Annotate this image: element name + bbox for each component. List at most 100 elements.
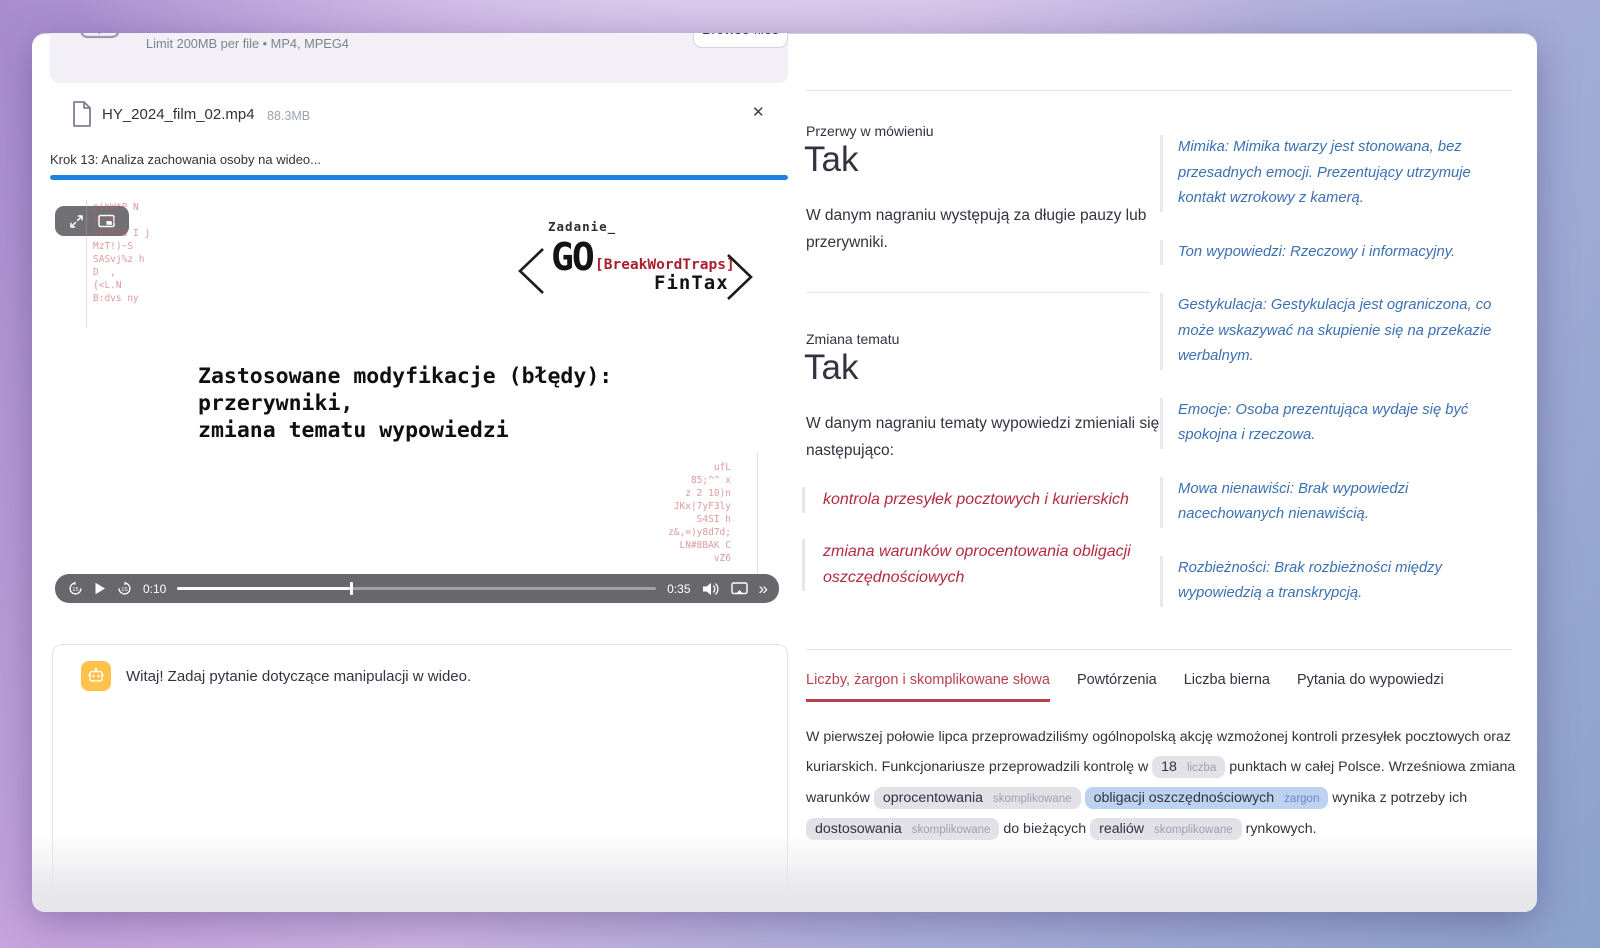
logo-left-angle-icon xyxy=(517,245,545,297)
behavior-quote: Rozbieżności: Brak rozbieżności między w… xyxy=(1160,556,1516,607)
playback-speed-icon[interactable]: » xyxy=(759,580,766,597)
annotation-word: 18 xyxy=(1161,759,1177,775)
paragraph-text: wynika z potrzeby ich xyxy=(1328,790,1467,806)
video-glitch-line-left xyxy=(86,200,87,328)
assistant-message: Witaj! Zadaj pytanie dotyczące manipulac… xyxy=(126,668,471,685)
divider-top xyxy=(806,90,1512,91)
video-duration: 0:35 xyxy=(667,582,690,596)
annotation-chip-skomplikowane: oprocentowania skomplikowane xyxy=(874,787,1081,809)
annotation-tag: skomplikowane xyxy=(912,824,991,836)
glitch-text-line: D , xyxy=(93,266,150,279)
glitch-text-line: ufL xyxy=(668,461,731,474)
app-window: Drag and drop file here Limit 200MB per … xyxy=(32,33,1537,912)
upload-cloud-icon xyxy=(80,33,120,45)
video-glitch-text-right: ufL85;^^ xz 2 10)nJKx|7yF3lyS4SI hz&,=)y… xyxy=(668,461,731,565)
robot-icon xyxy=(87,667,105,685)
glitch-text-line: S4SI h xyxy=(668,513,731,526)
metric-value-topic-change: Tak xyxy=(804,347,858,389)
progress-bar xyxy=(50,175,788,180)
video-seek-played xyxy=(177,587,349,590)
topic-quote: zmiana warunków oprocentowania obligacji… xyxy=(802,539,1147,591)
svg-text:15: 15 xyxy=(72,587,78,593)
paragraph-text: rynkowych. xyxy=(1242,821,1317,837)
metric-label-pauses: Przerwy w mówieniu xyxy=(806,123,934,139)
glitch-text-line: SASvj%z h xyxy=(93,253,150,266)
cast-icon[interactable] xyxy=(731,582,748,596)
logo-go-text: GO xyxy=(551,235,593,279)
replay-15-icon[interactable]: 15 xyxy=(68,581,83,596)
metric-desc-topic-change: W danym nagraniu tematy wypowiedzi zmien… xyxy=(806,411,1166,464)
fullscreen-icon[interactable] xyxy=(69,214,84,229)
behavior-quote: Gestykulacja: Gestykulacja jest ogranicz… xyxy=(1160,293,1516,370)
video-current-time: 0:10 xyxy=(143,582,166,596)
glitch-text-line: 85;^^ x xyxy=(668,474,731,487)
annotation-tag: żargon xyxy=(1284,793,1319,805)
metric-desc-pauses: W danym nagraniu występują za długie pau… xyxy=(806,203,1151,256)
file-document-icon xyxy=(72,101,92,127)
file-dropzone[interactable]: Drag and drop file here Limit 200MB per … xyxy=(50,33,788,83)
divider-tabs xyxy=(806,649,1512,650)
annotation-tag: skomplikowane xyxy=(1154,824,1233,836)
progress-bar-fill xyxy=(50,175,788,180)
annotation-chip-skomplikowane: dostosowania skomplikowane xyxy=(806,818,999,840)
progress-step-label: Krok 13: Analiza zachowania osoby na wid… xyxy=(50,152,321,167)
paragraph-text xyxy=(1081,790,1085,806)
annotation-word: realiów xyxy=(1099,821,1144,837)
assistant-avatar xyxy=(81,661,111,691)
behavior-quotes-list: Mimika: Mimika twarzy jest stonowana, be… xyxy=(1160,135,1516,635)
video-control-bar: 15 15 0:10 0:35 xyxy=(55,574,779,603)
video-player[interactable]: pihW*P NG ^uSYUIfa I jMzT!)~SSASvj%z hD … xyxy=(50,195,788,605)
behavior-quote: Ton wypowiedzi: Rzeczowy i informacyjny. xyxy=(1160,240,1516,266)
topic-quotes-list: kontrola przesyłek pocztowych i kuriersk… xyxy=(802,487,1147,617)
browse-files-button[interactable]: Browse files xyxy=(693,33,788,48)
glitch-text-line: MzT!)~S xyxy=(93,240,150,253)
paragraph-text: do bieżących xyxy=(999,821,1090,837)
browse-files-label: Browse files xyxy=(702,33,779,38)
logo-breakwordtraps-text: [BreakWordTraps] xyxy=(595,257,735,273)
tab-2[interactable]: Powtórzenia xyxy=(1077,672,1157,702)
glitch-text-line: B:dvs ny xyxy=(93,292,150,305)
logo-right-angle-icon xyxy=(726,251,754,303)
annotation-chip-liczba: 18 liczba xyxy=(1152,756,1225,778)
video-caption-text: Zastosowane modyfikacje (błędy): przeryw… xyxy=(198,363,612,444)
forward-15-icon[interactable]: 15 xyxy=(117,581,132,596)
divider-metrics xyxy=(806,292,1150,293)
desktop-background: { "colors": { "progress_blue": "#1C83E1"… xyxy=(0,0,1600,948)
tab-3[interactable]: Liczba bierna xyxy=(1184,672,1270,702)
glitch-text-line: vZ6 xyxy=(668,552,731,565)
annotated-paragraph: W pierwszej połowie lipca przeprowadzili… xyxy=(806,722,1530,845)
annotation-word: obligacji oszczędnościowych xyxy=(1094,790,1275,806)
video-seek-handle[interactable] xyxy=(350,582,353,595)
play-icon[interactable] xyxy=(94,582,106,595)
svg-text:15: 15 xyxy=(121,587,127,593)
video-glitch-text-left: pihW*P NG ^uSYUIfa I jMzT!)~SSASvj%z hD … xyxy=(93,201,150,305)
annotation-tag: skomplikowane xyxy=(993,793,1072,805)
behavior-quote: Emocje: Osoba prezentująca wydaje się by… xyxy=(1160,398,1516,449)
metric-value-pauses: Tak xyxy=(804,139,858,181)
annotation-chip-żargon: obligacji oszczędnościowych żargon xyxy=(1085,787,1329,809)
remove-file-icon[interactable]: ✕ xyxy=(752,103,765,121)
video-seek-bar[interactable] xyxy=(177,587,656,590)
uploaded-file-size: 88.3MB xyxy=(267,109,310,123)
tab-1[interactable]: Liczby, żargon i skomplikowane słowa xyxy=(806,672,1050,702)
annotation-word: oprocentowania xyxy=(883,790,983,806)
glitch-text-line: pihW*P N xyxy=(93,201,150,214)
uploaded-file-name: HY_2024_film_02.mp4 xyxy=(102,106,255,123)
chat-container: Witaj! Zadaj pytanie dotyczące manipulac… xyxy=(52,644,788,912)
tab-4[interactable]: Pytania do wypowiedzi xyxy=(1297,672,1444,702)
glitch-text-line: G ^u xyxy=(93,214,150,227)
behavior-quote: Mowa nienawiści: Brak wypowiedzi nacecho… xyxy=(1160,477,1516,528)
annotation-word: dostosowania xyxy=(815,821,902,837)
glitch-text-line: {<L.N xyxy=(93,279,150,292)
analysis-tabs: Liczby, żargon i skomplikowane słowa Powt… xyxy=(806,672,1444,702)
video-zadanie-label: Zadanie_ xyxy=(548,219,616,234)
glitch-text-line: JKx|7yF3ly xyxy=(668,500,731,513)
glitch-text-line: z 2 10)n xyxy=(668,487,731,500)
annotation-tag: liczba xyxy=(1187,762,1216,774)
glitch-text-line: LN#8BAK C xyxy=(668,539,731,552)
glitch-text-line: z&,=)y8d7d; xyxy=(668,526,731,539)
metric-label-topic-change: Zmiana tematu xyxy=(806,331,899,347)
dropzone-limit-label: Limit 200MB per file • MP4, MPEG4 xyxy=(146,36,349,51)
glitch-text-line: SYUIfa I j xyxy=(93,227,150,240)
volume-icon[interactable] xyxy=(702,582,720,596)
